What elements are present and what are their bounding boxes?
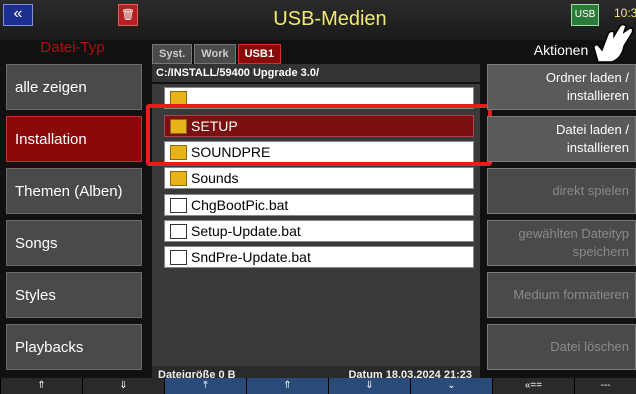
action-button-3[interactable]: gewählten Dateityp speichern	[487, 220, 636, 266]
filetype-button-0[interactable]: alle zeigen	[6, 64, 142, 110]
file-row[interactable]: SndPre-Update.bat	[164, 246, 474, 268]
filetype-button-4[interactable]: Styles	[6, 272, 142, 318]
file-name: SndPre-Update.bat	[191, 249, 311, 265]
action-label-2: installieren	[566, 88, 629, 103]
file-row[interactable]: Sounds	[164, 167, 474, 189]
page-title: USB-Medien	[273, 8, 387, 30]
filetype-button-2[interactable]: Themen (Alben)	[6, 168, 142, 214]
file-icon	[170, 224, 187, 239]
file-icon	[170, 198, 187, 213]
action-label: Medium formatieren	[513, 287, 629, 302]
tab-0[interactable]: Syst.	[152, 44, 193, 64]
bottom-bar: ⇑ ⇓ ⤒ ⇑ ⇓ ⌄ «== ---	[0, 378, 636, 394]
hand-pointer-icon	[593, 23, 634, 63]
highlight-box	[146, 104, 492, 166]
action-button-0[interactable]: Ordner laden / installieren	[487, 64, 636, 110]
file-row[interactable]: ChgBootPic.bat	[164, 194, 474, 216]
file-name: Setup-Update.bat	[191, 223, 301, 239]
action-button-1[interactable]: Datei laden / installieren	[487, 116, 636, 162]
folder-icon	[170, 171, 187, 186]
bottom-button-5[interactable]: ⌄	[410, 378, 492, 394]
path-bar: C:/INSTALL/59400 Upgrade 3.0/	[152, 64, 480, 82]
bottom-button-0[interactable]: ⇑	[0, 378, 82, 394]
bottom-button-7[interactable]: ---	[574, 378, 636, 394]
file-name: Sounds	[191, 170, 239, 186]
action-label: Datei löschen	[550, 339, 629, 354]
bottom-button-6[interactable]: «==	[492, 378, 574, 394]
back-button[interactable]: «	[3, 4, 33, 26]
action-button-2[interactable]: direkt spielen	[487, 168, 636, 214]
file-name: ChgBootPic.bat	[191, 197, 289, 213]
action-label: Ordner laden /	[545, 70, 629, 85]
file-row[interactable]: Setup-Update.bat	[164, 220, 474, 242]
bottom-button-4[interactable]: ⇓	[328, 378, 410, 394]
filetype-button-5[interactable]: Playbacks	[6, 324, 142, 370]
file-icon	[170, 250, 187, 265]
filetype-button-3[interactable]: Songs	[6, 220, 142, 266]
tab-2[interactable]: USB1	[237, 44, 281, 64]
trash-icon[interactable]: 🗑	[118, 4, 138, 26]
filetype-button-1[interactable]: Installation	[6, 116, 142, 162]
bottom-button-3[interactable]: ⇑	[246, 378, 328, 394]
source-tabs: Syst. Work USB1	[152, 44, 283, 64]
action-button-5[interactable]: Datei löschen	[487, 324, 636, 370]
bottom-button-2[interactable]: ⤒	[164, 378, 246, 394]
action-label: direkt spielen	[552, 183, 629, 198]
bottom-button-1[interactable]: ⇓	[82, 378, 164, 394]
tab-1[interactable]: Work	[194, 44, 236, 64]
action-button-4[interactable]: Medium formatieren	[487, 272, 636, 318]
action-label: gewählten Dateityp	[518, 226, 629, 241]
action-label-2: speichern	[572, 244, 629, 259]
action-label: Datei laden /	[556, 122, 629, 137]
action-label-2: installieren	[566, 140, 629, 155]
clock: 10:3	[614, 6, 636, 20]
left-heading: Datei-Typ	[40, 39, 105, 56]
